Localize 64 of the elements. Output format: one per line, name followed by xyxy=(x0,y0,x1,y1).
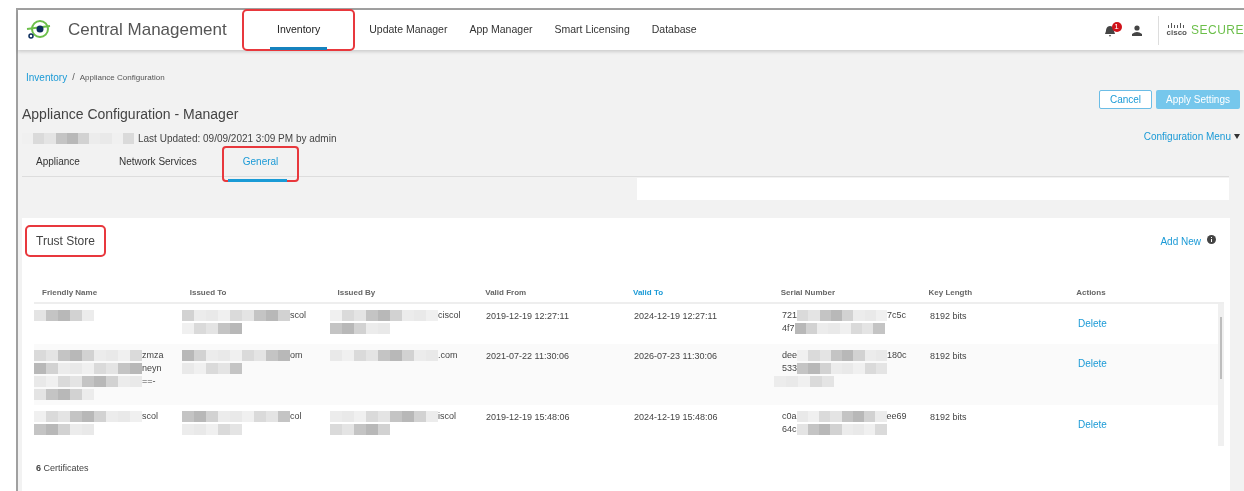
bell-icon[interactable] xyxy=(1103,25,1116,38)
sub-tab[interactable]: Network Services xyxy=(104,146,211,176)
certificate-count: 6 Certificates xyxy=(36,462,90,475)
delete-link[interactable]: Delete xyxy=(1078,419,1107,430)
table-cell-text: 533 xyxy=(781,361,798,375)
caret-icon xyxy=(1234,134,1240,139)
table-cell-text: scol xyxy=(142,409,158,423)
nav-tab[interactable]: Update Manager xyxy=(358,10,459,50)
column-header[interactable]: Friendly Name xyxy=(42,287,190,302)
table-cell-text: ciscol xyxy=(438,308,461,322)
table-cell-text: scol xyxy=(290,308,306,322)
add-new-link[interactable]: Add New xyxy=(1160,233,1201,249)
nav-tab[interactable]: Database xyxy=(640,10,708,50)
table-cell-text: c0a xyxy=(781,409,797,423)
table-cell-text: ee69 xyxy=(886,409,907,423)
breadcrumb-item: Appliance Configuration xyxy=(79,71,165,84)
table-cell-text: .com xyxy=(438,348,458,362)
table-cell-text: 2021-07-22 11:30:06 xyxy=(486,350,570,363)
table-cell-text: 64c xyxy=(781,422,797,436)
table-cell-text: dee xyxy=(781,348,798,362)
cancel-button[interactable]: Cancel xyxy=(1098,90,1153,109)
table-cell-text: 8192 bits xyxy=(930,411,968,424)
column-header[interactable]: Issued To xyxy=(189,287,338,302)
table-cell-text: 2024-12-19 12:27:11 xyxy=(634,310,718,323)
column-header[interactable]: Key Length xyxy=(928,287,1077,302)
table-cell-text: neyn xyxy=(142,361,162,375)
table-cell-text: 2019-12-19 15:48:06 xyxy=(486,411,571,424)
delete-link[interactable]: Delete xyxy=(1078,358,1107,369)
section-title: Trust Store xyxy=(26,226,105,256)
brand-name: SECURE xyxy=(1191,22,1244,39)
column-header[interactable]: Serial Number xyxy=(780,287,929,302)
delete-link[interactable]: Delete xyxy=(1078,318,1107,329)
scrollbar[interactable] xyxy=(1218,304,1224,446)
column-header[interactable]: Valid From xyxy=(485,287,633,302)
column-header[interactable]: Actions xyxy=(1076,287,1224,302)
column-header[interactable]: Valid To xyxy=(633,287,781,302)
app-title: Central Management xyxy=(68,19,228,42)
table-cell-text: 4f7 xyxy=(781,321,795,335)
info-icon xyxy=(1207,234,1216,244)
nav-tab[interactable]: App Manager xyxy=(458,10,544,50)
breadcrumb-separator: / xyxy=(72,70,75,84)
table-cell-text: iscol xyxy=(438,409,456,423)
table-cell-text: ==- xyxy=(142,374,156,388)
cisco-logo: cisco xyxy=(1166,23,1187,37)
table-cell-text: om xyxy=(290,348,303,362)
page-title: Appliance Configuration - Manager xyxy=(22,105,240,124)
table-cell-text: zmza xyxy=(142,348,164,362)
nav-tab[interactable]: Smart Licensing xyxy=(543,10,641,50)
logo-icon xyxy=(24,18,52,42)
table-cell-text: 8192 bits xyxy=(930,310,968,323)
table-cell-text: 2024-12-19 15:48:06 xyxy=(634,411,719,424)
user-icon[interactable] xyxy=(1131,24,1142,36)
sub-tab[interactable]: Appliance xyxy=(22,146,94,176)
table-cell-text: 8192 bits xyxy=(930,350,968,363)
last-updated-text: Last Updated: 09/09/2021 3:09 PM by admin xyxy=(138,132,337,146)
nav-tab[interactable]: Inventory xyxy=(243,10,355,50)
table-cell-text: 2026-07-23 11:30:06 xyxy=(634,350,718,363)
table-cell-text: 7c5c xyxy=(887,308,907,322)
table-cell-text: col xyxy=(290,409,302,423)
table-cell-text: 2019-12-19 12:27:11 xyxy=(486,310,570,323)
table-cell-text: 721 xyxy=(781,308,798,322)
notification-badge: 1 xyxy=(1111,22,1122,32)
column-header[interactable]: Issued By xyxy=(337,287,486,302)
table-cell-text: 180c xyxy=(887,348,907,362)
